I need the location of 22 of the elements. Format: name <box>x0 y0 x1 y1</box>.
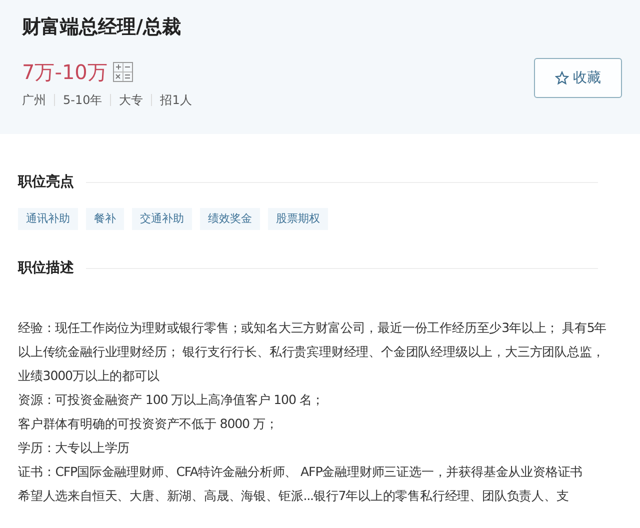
job-info: 5-10年 <box>54 94 110 106</box>
benefit-tag: 绩效奖金 <box>200 208 260 230</box>
description-text: 经验：现任工作岗位为理财或银行零售；或知名大三方财富公司，最近一份工作经历至少3年以上； 具有5年以上传统金融行业理财经历； 银行支行行长、私行贵宾理财经理、个金团队经理级以上，大三方团队总监，业绩3000万以上的都可以 <box>18 319 608 385</box>
job-info: 大专 <box>110 94 152 106</box>
section-heading: 职位亮点 <box>18 172 74 192</box>
benefit-tag: 股票期权 <box>268 208 328 230</box>
description-text: 希望人选来自恒天、大唐、新湖、高晟、海银、钜派...银行7年以上的零售私行经理、团队负责人、支 <box>18 487 570 505</box>
description-text: 资源：可投资金融资产 100 万以上高净值客户 100 名； <box>18 391 326 409</box>
calculator-icon[interactable] <box>113 62 134 82</box>
job-title: 财富端总经理/总裁 <box>22 15 182 40</box>
benefit-tag: 餐补 <box>86 208 124 230</box>
collect-button[interactable]: 收藏 <box>534 58 622 98</box>
section-heading: 职位描述 <box>18 259 74 278</box>
job-info: 招1人 <box>151 94 200 106</box>
description-text: 证书：CFP国际金融理财师、CFA特许金融分析师、 AFP金融理财师三证选一，并获得基金从业资格证书 <box>18 463 584 481</box>
benefit-tag: 通讯补助 <box>18 208 78 230</box>
salary-range: 7万-10万 <box>22 60 108 84</box>
description-text: 客户群体有明确的可投资资产不低于 8000 万； <box>18 415 279 433</box>
description-text: 学历：大专以上学历 <box>18 439 131 457</box>
benefit-tag: 交通补助 <box>132 208 192 230</box>
star-icon <box>555 71 569 85</box>
job-info: 广州 <box>22 94 47 106</box>
